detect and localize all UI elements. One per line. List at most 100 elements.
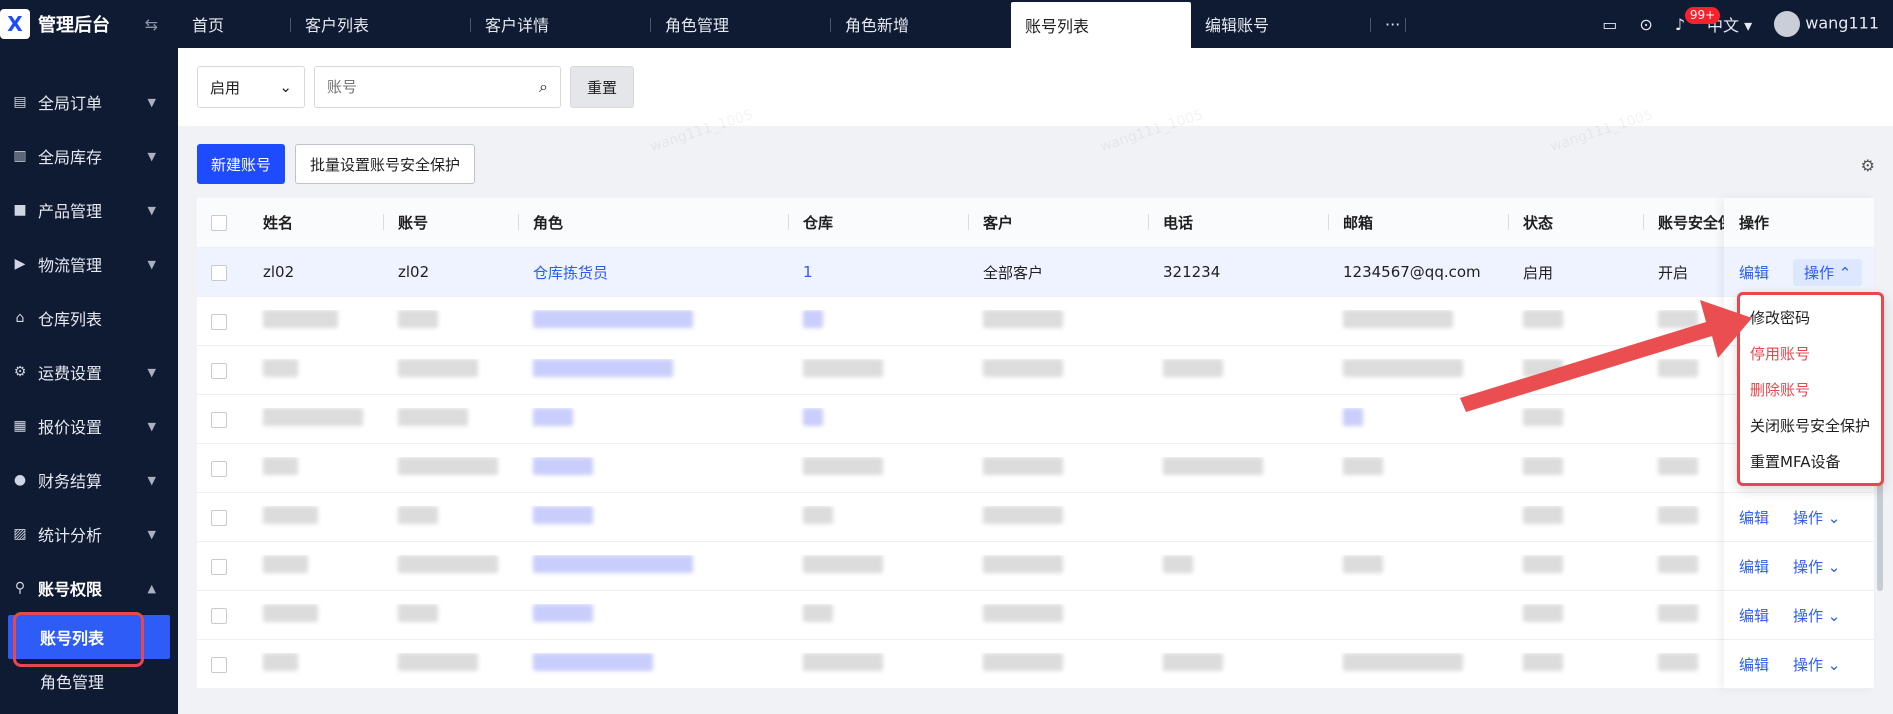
- tab-account-list[interactable]: 账号列表: [1011, 2, 1191, 48]
- redacted-value: [983, 653, 1063, 671]
- redacted-value: [983, 555, 1063, 573]
- col-phone: 电话: [1149, 212, 1329, 233]
- row-checkbox[interactable]: [211, 656, 227, 673]
- table-row[interactable]: [197, 542, 1874, 591]
- new-account-button[interactable]: 新建账号: [197, 144, 286, 184]
- sidebar-item-accounts[interactable]: ⚲ 账号权限 ▲: [0, 561, 178, 615]
- account-table: 姓名 账号 角色 仓库 客户 电话 邮箱 状态 账号安全保 zl02 zl02 …: [197, 198, 1874, 689]
- tab-role-add[interactable]: 角色新增: [831, 0, 1011, 48]
- menu-reset-mfa[interactable]: 重置MFA设备: [1740, 443, 1881, 479]
- table-row[interactable]: [197, 297, 1874, 346]
- select-all-checkbox[interactable]: [211, 215, 227, 231]
- table-row[interactable]: zl02 zl02 仓库拣货员 1 全部客户 321234 1234567@qq…: [197, 248, 1874, 297]
- account-search[interactable]: ⌕: [314, 66, 561, 108]
- menu-change-password[interactable]: 修改密码: [1740, 299, 1881, 335]
- cell-email: 1234567@qq.com: [1343, 263, 1481, 281]
- table-row[interactable]: [197, 346, 1874, 395]
- tab-home[interactable]: 首页: [178, 0, 291, 48]
- sidebar-item-products[interactable]: ■ 产品管理 ▼: [0, 183, 178, 237]
- operations-dropdown-open[interactable]: 操作 ⌃: [1793, 258, 1863, 286]
- sidebar-item-warehouses[interactable]: ⌂ 仓库列表: [0, 291, 178, 345]
- menu-close-security[interactable]: 关闭账号安全保护: [1740, 407, 1881, 443]
- table-row[interactable]: [197, 395, 1874, 444]
- row-checkbox-cell: [197, 655, 249, 673]
- settings-gear-icon[interactable]: ⚙: [1861, 156, 1875, 175]
- operations-dropdown[interactable]: 操作 ⌄: [1793, 556, 1840, 577]
- cell-customer: 全部客户: [983, 263, 1044, 282]
- tab-customer-list[interactable]: 客户列表: [291, 0, 471, 48]
- status-select[interactable]: 启用 ⌄: [197, 66, 305, 108]
- row-checkbox[interactable]: [211, 607, 227, 624]
- tab-more[interactable]: ···: [1371, 0, 1406, 48]
- edit-link[interactable]: 编辑: [1739, 654, 1769, 675]
- operations-dropdown[interactable]: 操作 ⌄: [1793, 507, 1840, 528]
- sidebar-item-label: 账号权限: [38, 580, 103, 599]
- row-checkbox[interactable]: [211, 411, 227, 428]
- row-checkbox-cell: [197, 606, 249, 624]
- redacted-value: [263, 653, 298, 671]
- row-checkbox[interactable]: [211, 460, 227, 477]
- row-checkbox[interactable]: [211, 558, 227, 575]
- redacted-value: [533, 408, 573, 426]
- row-checkbox[interactable]: [211, 264, 227, 281]
- operations-dropdown[interactable]: 操作 ⌄: [1793, 654, 1840, 675]
- cell-warehouse-link[interactable]: 1: [789, 263, 969, 281]
- redacted-value: [1343, 457, 1383, 475]
- operations-dropdown[interactable]: 操作 ⌄: [1793, 605, 1840, 626]
- blurred-cell: [789, 359, 969, 381]
- download-icon[interactable]: ⊙: [1639, 15, 1652, 34]
- inbox-icon[interactable]: ▭: [1602, 15, 1617, 34]
- table-row[interactable]: [197, 591, 1874, 640]
- sidebar: X 管理后台 ⇆ ▤ 全局订单 ▼ ▥ 全局库存 ▼ ■ 产品管理 ▼ ▶ 物流管理 ▼ ⌂ 仓库…: [0, 0, 178, 714]
- redacted-value: [983, 310, 1063, 328]
- redacted-value: [263, 359, 298, 377]
- header-actions: ▭ ⊙ ♪ 99+ 中文 ▾ wang111: [1602, 6, 1893, 37]
- tab-customer-detail[interactable]: 客户详情: [471, 0, 651, 48]
- blurred-cell: [789, 604, 969, 626]
- table-row[interactable]: [197, 640, 1874, 689]
- blurred-cell: [1509, 457, 1644, 479]
- tab-edit-account[interactable]: 编辑账号: [1191, 0, 1371, 48]
- row-checkbox[interactable]: [211, 509, 227, 526]
- sidebar-item-finance[interactable]: ● 财务结算 ▼: [0, 453, 178, 507]
- table-row[interactable]: [197, 493, 1874, 542]
- edit-link[interactable]: 编辑: [1739, 605, 1769, 626]
- operations-label: 操作: [1793, 557, 1824, 576]
- user-menu[interactable]: wang111: [1774, 11, 1879, 37]
- tab-role-management[interactable]: 角色管理: [651, 0, 831, 48]
- account-input[interactable]: [327, 78, 507, 96]
- sidebar-item-shipping[interactable]: ⚙ 运费设置 ▼: [0, 345, 178, 399]
- redacted-value: [803, 555, 883, 573]
- edit-link[interactable]: 编辑: [1739, 556, 1769, 577]
- sidebar-item-orders[interactable]: ▤ 全局订单 ▼: [0, 75, 178, 129]
- search-icon[interactable]: ⌕: [539, 77, 548, 97]
- blurred-cell: [519, 653, 789, 675]
- redacted-value: [1163, 359, 1223, 377]
- row-checkbox[interactable]: [211, 362, 227, 379]
- reset-button[interactable]: 重置: [570, 66, 635, 108]
- col-customer: 客户: [969, 212, 1149, 233]
- sidebar-item-stats[interactable]: ▨ 统计分析 ▼: [0, 507, 178, 561]
- edit-link[interactable]: 编辑: [1739, 507, 1769, 528]
- header-checkbox-cell: [197, 214, 249, 232]
- bell-icon[interactable]: ♪ 99+: [1675, 6, 1721, 34]
- clipboard-icon: ▤: [13, 94, 27, 110]
- edit-link[interactable]: 编辑: [1739, 262, 1769, 283]
- operations-label: 操作: [1793, 606, 1824, 625]
- menu-delete-account[interactable]: 删除账号: [1740, 371, 1881, 407]
- sidebar-item-inventory[interactable]: ▥ 全局库存 ▼: [0, 129, 178, 183]
- menu-disable-account[interactable]: 停用账号: [1740, 335, 1881, 371]
- redacted-value: [398, 604, 438, 622]
- row-checkbox[interactable]: [211, 313, 227, 330]
- status-select-value: 启用: [210, 78, 241, 97]
- table-header: 姓名 账号 角色 仓库 客户 电话 邮箱 状态 账号安全保: [197, 198, 1874, 248]
- collapse-icon[interactable]: ⇆: [145, 15, 158, 34]
- table-row[interactable]: [197, 444, 1874, 493]
- sidebar-item-quotes[interactable]: ▦ 报价设置 ▼: [0, 399, 178, 453]
- blurred-cell: [384, 457, 519, 479]
- batch-security-button[interactable]: 批量设置账号安全保护: [295, 144, 476, 184]
- blurred-cell: [249, 359, 384, 381]
- sidebar-item-logistics[interactable]: ▶ 物流管理 ▼: [0, 237, 178, 291]
- cell-role-link[interactable]: 仓库拣货员: [519, 262, 789, 283]
- redacted-value: [1658, 359, 1698, 377]
